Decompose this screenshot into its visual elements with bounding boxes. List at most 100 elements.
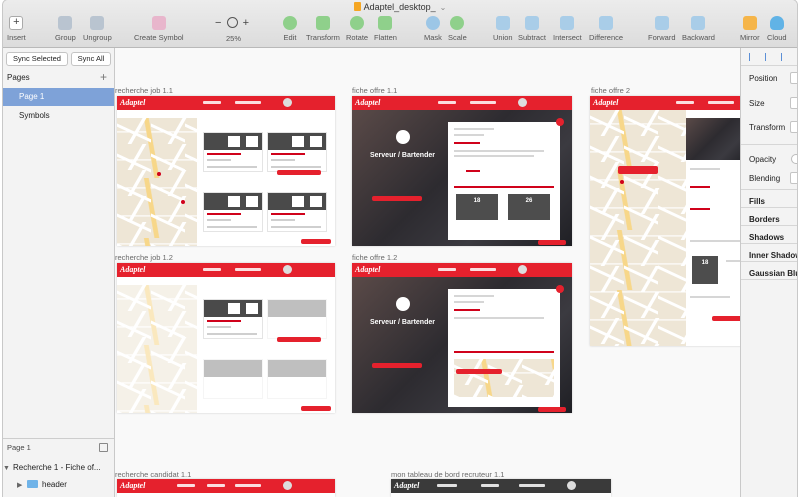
zoom-out-button[interactable]: −: [215, 17, 221, 29]
avatar: [518, 265, 527, 274]
mask-icon: [425, 16, 440, 30]
job-card[interactable]: [267, 132, 327, 172]
job-card[interactable]: [203, 192, 263, 232]
difference-icon: [599, 16, 614, 30]
artboard-fiche-offre-2[interactable]: Adaptel 18: [590, 96, 740, 346]
artboard-label[interactable]: recherche job 1.1: [115, 86, 173, 95]
intersect-button[interactable]: Intersect: [553, 16, 582, 42]
magnifier-icon: [226, 17, 238, 28]
job-card[interactable]: [203, 132, 263, 172]
mirror-button[interactable]: Mirror: [740, 16, 760, 42]
edit-button[interactable]: Edit: [283, 16, 297, 42]
artboard-label[interactable]: mon tableau de bord recruteur 1.1: [391, 470, 504, 479]
sync-all-button[interactable]: Sync All: [71, 52, 111, 66]
window-title: Adaptel_desktop_ ⌄: [3, 2, 797, 12]
document-name: Adaptel_desktop_: [363, 2, 436, 12]
shadows-section[interactable]: Shadows: [749, 233, 784, 242]
size-width-field[interactable]: [790, 97, 797, 109]
blending-label: Blending: [749, 174, 781, 183]
chevron-down-icon[interactable]: ⌄: [440, 3, 447, 12]
mirror-icon: [742, 16, 757, 30]
page-item-page-1[interactable]: Page 1: [3, 88, 114, 106]
job-card[interactable]: [267, 359, 327, 399]
close-icon[interactable]: [556, 285, 564, 293]
insert-button[interactable]: + Insert: [7, 16, 26, 42]
artboard-header: Adaptel: [117, 263, 335, 277]
zoom-in-button[interactable]: +: [243, 17, 249, 29]
layer-artboard[interactable]: ▼ Recherche 1 - Fiche of...: [3, 460, 114, 476]
disclosure-triangle-icon[interactable]: ▶: [17, 478, 27, 493]
blending-select[interactable]: [790, 172, 797, 184]
close-icon[interactable]: [556, 118, 564, 126]
artboard-header: Adaptel: [590, 96, 740, 110]
backward-button[interactable]: Backward: [682, 16, 715, 42]
artboard-recherche-job-1-1[interactable]: Adaptel: [117, 96, 335, 246]
subtract-icon: [524, 16, 539, 30]
offer-panel: 18: [686, 160, 740, 346]
artboard-label[interactable]: fiche offre 1.2: [352, 253, 397, 262]
pages-layers-panel: Sync Selected Sync All Pages + Page 1 Sy…: [3, 48, 115, 497]
folder-icon: [27, 480, 38, 488]
job-card[interactable]: [203, 359, 263, 399]
job-card[interactable]: [203, 299, 263, 339]
layer-header-group[interactable]: ▶ header: [3, 477, 114, 493]
borders-section[interactable]: Borders: [749, 215, 780, 224]
cloud-button[interactable]: Cloud: [767, 16, 787, 42]
collapse-layers-icon[interactable]: [99, 443, 108, 452]
artboard-label[interactable]: recherche job 1.2: [115, 253, 173, 262]
avatar: [283, 265, 292, 274]
ungroup-button[interactable]: Ungroup: [83, 16, 112, 42]
job-card[interactable]: [267, 192, 327, 232]
difference-button[interactable]: Difference: [589, 16, 623, 42]
offer-panel: 18 26: [448, 122, 560, 240]
mask-button[interactable]: Mask: [424, 16, 442, 42]
artboard-recherche-candidat-1-1[interactable]: Adaptel: [117, 479, 335, 497]
mini-map: [454, 359, 554, 397]
artboard-header: Adaptel: [352, 96, 572, 110]
opacity-slider[interactable]: [791, 154, 797, 164]
flatten-button[interactable]: Flatten: [374, 16, 397, 42]
artboard-fiche-offre-1-2[interactable]: Adaptel Serveur / Bartender: [352, 263, 572, 413]
rotate-icon: [350, 16, 365, 30]
adaptel-logo: Adaptel: [355, 98, 381, 107]
scale-button[interactable]: Scale: [448, 16, 467, 42]
offer-panel: [448, 289, 560, 407]
artboard-recherche-job-1-2[interactable]: Adaptel: [117, 263, 335, 413]
rotate-button[interactable]: Rotate: [346, 16, 368, 42]
job-card[interactable]: [267, 299, 327, 339]
adaptel-logo: Adaptel: [120, 265, 146, 274]
ungroup-icon: [90, 16, 105, 30]
gaussian-blur-section[interactable]: Gaussian Blur: [749, 269, 797, 278]
artboard-fiche-offre-1-1[interactable]: Adaptel Serveur / Bartender 18 26: [352, 96, 572, 246]
document-icon: [353, 2, 361, 11]
artboard-tableau-de-bord[interactable]: Adaptel: [391, 479, 611, 497]
disclosure-triangle-icon[interactable]: ▼: [3, 461, 13, 476]
group-button[interactable]: Group: [55, 16, 76, 42]
add-page-icon[interactable]: +: [100, 70, 107, 84]
fills-section[interactable]: Fills: [749, 197, 765, 206]
transform-icon: [315, 16, 330, 30]
artboard-label[interactable]: recherche candidat 1.1: [115, 470, 191, 479]
artboard-label[interactable]: fiche offre 2: [591, 86, 630, 95]
adaptel-logo: Adaptel: [394, 481, 420, 490]
forward-button[interactable]: Forward: [648, 16, 676, 42]
start-date: 18: [692, 256, 718, 284]
transform-button[interactable]: Transform: [306, 16, 340, 42]
align-right-icon[interactable]: [781, 53, 790, 61]
union-button[interactable]: Union: [493, 16, 513, 42]
align-left-icon[interactable]: [749, 53, 758, 61]
sync-selected-button[interactable]: Sync Selected: [6, 52, 68, 66]
position-x-field[interactable]: [790, 72, 797, 84]
pages-header: Pages: [7, 73, 30, 82]
sketch-window: Adaptel_desktop_ ⌄ + Insert Group Ungroup…: [3, 0, 797, 497]
adaptel-logo: Adaptel: [593, 98, 619, 107]
inner-shadows-section[interactable]: Inner Shadows: [749, 251, 797, 260]
backward-icon: [691, 16, 706, 30]
align-center-icon[interactable]: [765, 53, 774, 61]
create-symbol-button[interactable]: Create Symbol: [134, 16, 184, 42]
rotation-field[interactable]: [790, 121, 797, 133]
artboard-label[interactable]: fiche offre 1.1: [352, 86, 397, 95]
canvas[interactable]: recherche job 1.1 fiche offre 1.1 fiche …: [115, 48, 740, 497]
page-item-symbols[interactable]: Symbols: [3, 107, 114, 125]
subtract-button[interactable]: Subtract: [518, 16, 546, 42]
